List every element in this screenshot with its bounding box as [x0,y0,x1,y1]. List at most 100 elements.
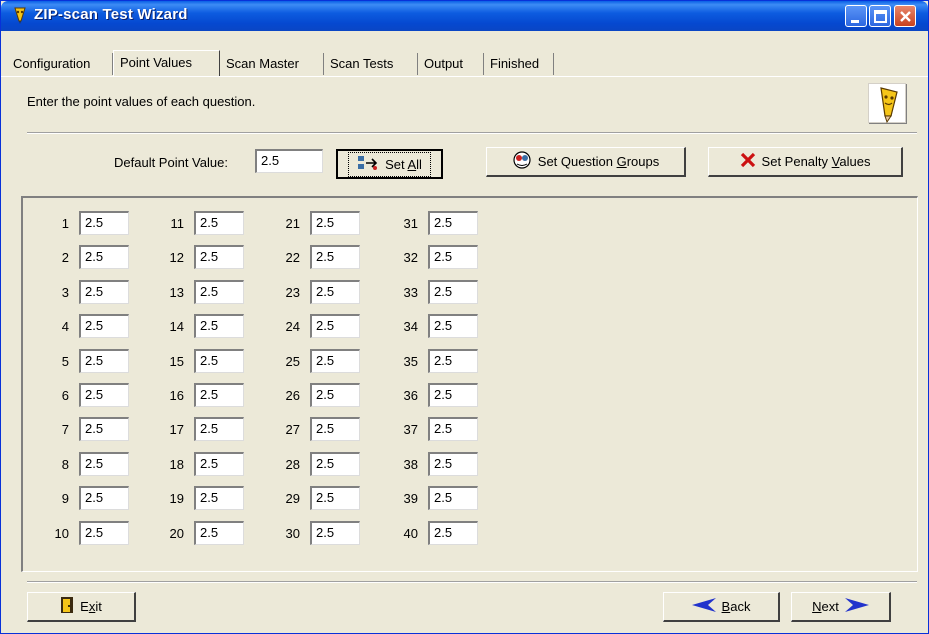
question-point-input[interactable]: 2.5 [310,245,360,269]
groups-icon [512,151,532,172]
tab-point-values[interactable]: Point Values [113,50,220,76]
question-point-input[interactable]: 2.5 [194,521,244,545]
set-penalty-values-label: Set Penalty Values [761,154,871,169]
arrow-left-icon [691,597,716,616]
question-number: 35 [403,354,418,369]
separator [27,132,917,134]
question-point-input[interactable]: 2.5 [428,521,478,545]
exit-button[interactable]: Exit [27,592,136,622]
question-point-input[interactable]: 2.5 [194,349,244,373]
question-number: 5 [61,354,69,369]
question-point-input[interactable]: 2.5 [428,383,478,407]
question-number: 32 [403,250,418,265]
set-penalty-values-button[interactable]: Set Penalty Values [708,147,903,177]
default-point-label: Default Point Value: [114,155,228,170]
wizard-window: ZIP-scan Test Wizard Configuration Point … [0,0,929,634]
question-number: 2 [61,250,69,265]
red-x-icon [740,152,756,171]
question-number: 30 [285,526,300,541]
question-number: 33 [403,285,418,300]
question-point-input[interactable]: 2.5 [428,452,478,476]
question-point-input[interactable]: 2.5 [310,211,360,235]
question-point-input[interactable]: 2.5 [79,383,129,407]
instruction-text: Enter the point values of each question. [27,94,256,109]
question-point-input[interactable]: 2.5 [194,417,244,441]
question-point-input[interactable]: 2.5 [79,486,129,510]
question-point-input[interactable]: 2.5 [79,211,129,235]
tab-scan-master[interactable]: Scan Master [220,53,324,75]
question-point-input[interactable]: 2.5 [194,486,244,510]
question-point-input[interactable]: 2.5 [428,245,478,269]
question-point-input[interactable]: 2.5 [310,349,360,373]
question-number: 4 [61,319,69,334]
question-number: 6 [61,388,69,403]
question-point-input[interactable]: 2.5 [194,211,244,235]
title-bar[interactable]: ZIP-scan Test Wizard [1,1,928,31]
tab-finished[interactable]: Finished [484,53,554,75]
next-button[interactable]: Next [791,592,891,622]
question-point-input[interactable]: 2.5 [194,383,244,407]
question-number: 36 [403,388,418,403]
question-number: 20 [169,526,184,541]
question-number: 17 [169,422,184,437]
question-point-input[interactable]: 2.5 [79,349,129,373]
question-point-input[interactable]: 2.5 [79,245,129,269]
minimize-button[interactable] [845,5,867,27]
question-number: 19 [169,491,184,506]
question-point-input[interactable]: 2.5 [194,452,244,476]
question-point-input[interactable]: 2.5 [194,314,244,338]
question-point-input[interactable]: 2.5 [428,417,478,441]
question-point-input[interactable]: 2.5 [310,521,360,545]
question-point-input[interactable]: 2.5 [310,417,360,441]
question-point-input[interactable]: 2.5 [428,314,478,338]
question-point-input[interactable]: 2.5 [79,452,129,476]
question-point-input[interactable]: 2.5 [310,486,360,510]
question-number: 7 [61,422,69,437]
question-point-input[interactable]: 2.5 [428,280,478,304]
question-number: 31 [403,216,418,231]
question-point-input[interactable]: 2.5 [310,452,360,476]
question-point-input[interactable]: 2.5 [79,314,129,338]
set-question-groups-label: Set Question Groups [537,154,660,169]
question-number: 3 [61,285,69,300]
set-all-icon [357,155,379,174]
question-point-input[interactable]: 2.5 [310,383,360,407]
tab-configuration[interactable]: Configuration [7,53,113,75]
back-button[interactable]: Back [663,592,780,622]
set-all-label: Set All [385,156,422,172]
question-number: 29 [285,491,300,506]
question-number: 26 [285,388,300,403]
set-all-button[interactable]: Set All [336,149,443,179]
question-point-input[interactable]: 2.5 [79,521,129,545]
question-number: 25 [285,354,300,369]
question-point-input[interactable]: 2.5 [194,245,244,269]
question-number: 9 [61,491,69,506]
question-number: 38 [403,457,418,472]
separator [27,581,917,583]
question-number: 22 [285,250,300,265]
question-number: 23 [285,285,300,300]
question-number: 28 [285,457,300,472]
default-point-input[interactable]: 2.5 [255,149,323,173]
tab-output[interactable]: Output [418,53,484,75]
question-number: 27 [285,422,300,437]
question-number: 16 [169,388,184,403]
question-number: 40 [403,526,418,541]
question-number: 10 [54,526,69,541]
question-point-input[interactable]: 2.5 [79,417,129,441]
question-number: 37 [403,422,418,437]
tab-scan-tests[interactable]: Scan Tests [324,53,418,75]
question-point-input[interactable]: 2.5 [310,280,360,304]
question-point-input[interactable]: 2.5 [428,486,478,510]
question-point-input[interactable]: 2.5 [428,349,478,373]
close-button[interactable] [894,5,916,27]
question-point-input[interactable]: 2.5 [428,211,478,235]
question-point-input[interactable]: 2.5 [79,280,129,304]
question-number: 14 [169,319,184,334]
question-number: 11 [170,216,185,231]
maximize-button[interactable] [869,5,891,27]
tab-strip: Configuration Point Values Scan Master Scan… [13,50,577,78]
question-point-input[interactable]: 2.5 [310,314,360,338]
question-point-input[interactable]: 2.5 [194,280,244,304]
set-question-groups-button[interactable]: Set Question Groups [486,147,686,177]
